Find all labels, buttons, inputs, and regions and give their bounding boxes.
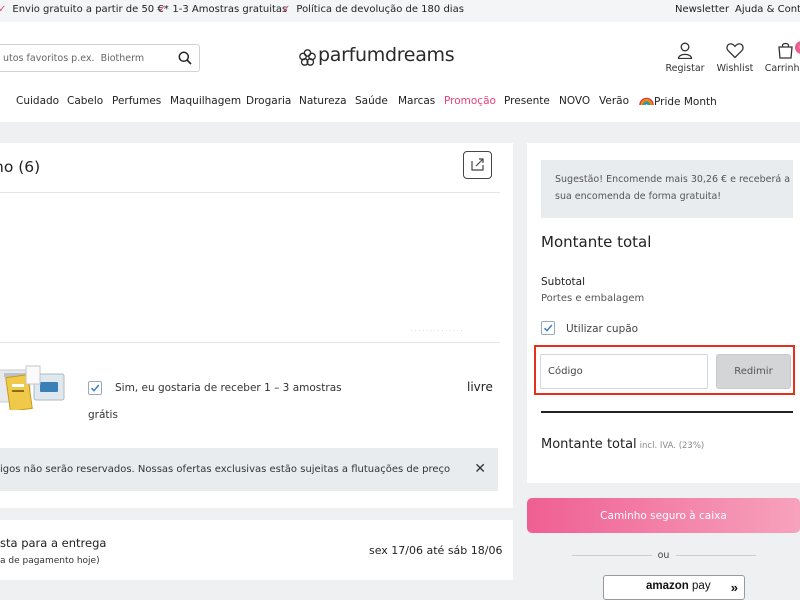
amazon-pay-logo: amazon pay <box>646 580 711 592</box>
promo-samples-text: 1-3 Amostras gratuitas <box>172 4 288 15</box>
search-icon[interactable] <box>178 51 192 65</box>
cart-button[interactable]: Carrinho 6 <box>760 41 800 82</box>
check-icon: ✓ <box>282 4 291 15</box>
nav-maquilhagem[interactable]: Maquilhagem <box>170 95 241 107</box>
search-input[interactable] <box>3 45 173 71</box>
nav-marcas[interactable]: Marcas <box>398 95 435 107</box>
share-icon <box>471 158 484 171</box>
close-icon[interactable]: ✕ <box>474 461 486 477</box>
nav-pride-month-label: Pride Month <box>654 96 717 108</box>
total-label: Montante total <box>541 437 637 452</box>
coupon-code-input[interactable] <box>540 354 708 389</box>
or-label: ou <box>651 550 676 561</box>
promo-samples: ✓ 1-3 Amostras gratuitas <box>158 4 287 15</box>
promo-returns: ✓ Política de devolução de 180 dias <box>282 4 464 15</box>
user-icon <box>677 42 693 59</box>
total-divider <box>541 411 793 413</box>
amazon-brand: amazon <box>646 580 689 592</box>
items-divider <box>0 342 500 343</box>
or-text: ou <box>527 550 800 561</box>
wishlist-label: Wishlist <box>716 63 754 74</box>
double-chevron-icon: » <box>730 580 738 595</box>
cart-title: ho (6) <box>0 158 41 176</box>
search-box <box>0 44 200 72</box>
nav-saude[interactable]: Saúde <box>355 95 388 107</box>
summary-title: Montante total <box>541 233 652 251</box>
amazon-pay-button[interactable]: amazon pay » <box>603 575 745 600</box>
rainbow-icon <box>639 97 654 106</box>
nav-drogaria[interactable]: Drogaria <box>246 95 291 107</box>
total-vat-note: incl. IVA. (23%) <box>639 441 705 451</box>
register-button[interactable]: Registar <box>660 42 710 82</box>
nav-cabelo[interactable]: Cabelo <box>67 95 103 107</box>
flower-logo-icon <box>299 49 316 66</box>
sample-products-image <box>0 365 65 410</box>
site-logo[interactable]: parfumdreams <box>298 43 455 71</box>
logo-text: parfumdreams <box>318 44 455 66</box>
cart-header-divider <box>0 192 500 193</box>
notice-text: igos não serão reservados. Nossas oferta… <box>0 464 451 475</box>
checkmark-icon <box>543 324 553 332</box>
samples-checkbox[interactable] <box>88 381 102 395</box>
suggestion-text: Sugestão! Encomende mais 30,26 € e receb… <box>555 174 791 202</box>
heart-icon <box>726 43 744 59</box>
shopping-bag-icon <box>777 42 793 59</box>
check-icon: ✓ <box>158 4 167 15</box>
delivery-date: sex 17/06 até sáb 18/06 <box>369 544 503 557</box>
nav-cuidado[interactable]: Cuidado <box>16 95 59 107</box>
nav-presente[interactable]: Presente <box>504 95 550 107</box>
total-row: Montante total incl. IVA. (23%) <box>541 437 704 452</box>
promo-returns-text: Política de devolução de 180 dias <box>296 4 464 15</box>
nav-perfumes[interactable]: Perfumes <box>112 95 161 107</box>
redeem-button[interactable]: Redimir <box>716 354 791 389</box>
promo-free-shipping: ✓ Envio gratuito a partir de 50 €* <box>0 4 169 15</box>
register-label: Registar <box>665 63 705 74</box>
secure-checkout-button[interactable]: Caminho seguro à caixa <box>527 498 800 533</box>
subtotal-label: Subtotal <box>541 276 585 288</box>
nav-novo[interactable]: NOVO <box>559 95 590 107</box>
wishlist-button[interactable]: Wishlist <box>710 42 760 82</box>
share-cart-button[interactable] <box>463 151 492 179</box>
check-icon: ✓ <box>0 4 7 15</box>
free-shipping-suggestion: Sugestão! Encomende mais 30,26 € e receb… <box>541 160 793 218</box>
nav-verao[interactable]: Verão <box>599 95 629 107</box>
faint-text: · · · · · · · · · · · · · · <box>411 328 463 335</box>
promo-free-shipping-text: Envio gratuito a partir de 50 €* <box>12 4 169 15</box>
help-contact-link[interactable]: Ajuda & Contacto <box>735 4 800 15</box>
cart-label: Carrinho <box>764 63 800 74</box>
shipping-label: Portes e embalagem <box>541 293 645 304</box>
use-coupon-label: Utilizar cupão <box>566 323 639 335</box>
delivery-label: sta para a entrega <box>0 536 107 550</box>
nav-natureza[interactable]: Natureza <box>299 95 347 107</box>
samples-label: Sim, eu gostaria de receber 1 – 3 amostr… <box>115 382 342 394</box>
newsletter-link[interactable]: Newsletter <box>675 4 729 15</box>
checkmark-icon <box>90 384 100 392</box>
nav-promocao[interactable]: Promoção <box>444 95 496 107</box>
samples-label-continued: grátis <box>88 409 118 421</box>
amazon-pay-word: pay <box>692 580 711 592</box>
nav-pride-month[interactable]: Pride Month <box>639 95 717 108</box>
use-coupon-checkbox[interactable] <box>541 321 555 335</box>
reservation-notice: igos não serão reservados. Nossas oferta… <box>0 448 498 491</box>
delivery-subtext: a de pagamento hoje) <box>0 556 100 566</box>
cart-count-badge: 6 <box>795 41 800 54</box>
samples-price: livre <box>467 380 493 394</box>
